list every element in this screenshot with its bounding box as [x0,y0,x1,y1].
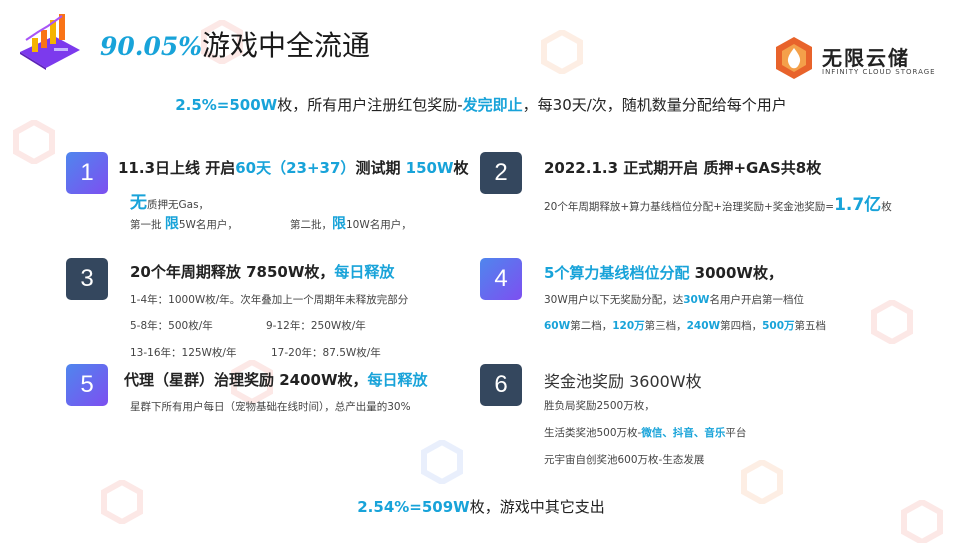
item-5-line-1: 星群下所有用户每日（宠物基础在线时间），总产出量的30% [130,401,411,413]
item-4-line-2: 60W第二档，120万第三档，240W第四档，500万第五档 [544,320,827,332]
item-number-badge: 2 [480,152,522,194]
item-number-badge: 6 [480,364,522,406]
subtitle: 2.5%=500W枚，所有用户注册红包奖励-发完即止，每30天/次，随机数量分配… [175,96,787,114]
item-3-heading: 20个年周期释放 7850W枚，每日释放 [130,263,395,281]
item-3-line-3b: 17-20年：87.5W枚/年 [271,347,381,359]
item-1-line-2: 第一批 限5W名用户， [130,216,238,232]
footer-note: 2.54%=509W枚，游戏中其它支出 [357,498,605,516]
item-3-line-2a: 5-8年：500枚/年 [130,320,213,332]
item-number-badge: 4 [480,258,522,300]
item-5-heading: 代理（星群）治理奖励 2400W枚，每日释放 [124,371,428,389]
item-6-line-3: 元宇宙自创奖池600万枚-生态发展 [544,454,705,466]
item-4-line-1: 30W用户以下无奖励分配，达30W名用户开启第一档位 [544,294,804,306]
item-6-line-2: 生活类奖池500万枚-微信、抖音、音乐平台 [544,427,747,439]
item-1-line-1: 无质押无Gas， [130,193,210,213]
item-3-line-2b: 9-12年：250W枚/年 [266,320,366,332]
item-6-line-1: 胜负局奖励2500万枚， [544,400,655,412]
watermark-icon [420,438,464,486]
item-4-heading: 5个算力基线档位分配 3000W枚， [544,264,783,282]
cloud-storage-logo-icon [774,36,814,80]
watermark-icon [870,298,914,346]
item-number-badge: 3 [66,258,108,300]
item-number-badge: 5 [66,364,108,406]
item-3-line-1: 1-4年：1000W枚/年。次年叠加上一个周期年未释放完部分 [130,294,409,306]
watermark-icon [12,118,56,166]
brand-tagline: INFINITY CLOUD STORAGE [822,68,936,76]
brand-name: 无限云储 [822,46,910,70]
item-2-line-1: 20个年周期释放+算力基线档位分配+治理奖励+奖金池奖励=1.7亿枚 [544,195,892,215]
chart-icon [14,12,84,70]
item-3-line-3a: 13-16年：125W枚/年 [130,347,237,359]
item-number-badge: 1 [66,152,108,194]
page-title: 90.05%游戏中全流通 [100,29,371,62]
item-1-heading: 11.3日上线 开启60天（23+37）测试期 150W枚 [118,159,469,177]
item-6-heading: 奖金池奖励 3600W枚 [544,372,702,391]
brand-logo: 无限云储 INFINITY CLOUD STORAGE [772,36,935,86]
watermark-icon [540,28,584,76]
item-1-line-2b: 第二批，限10W名用户， [290,216,412,232]
item-2-heading: 2022.1.3 正式期开启 质押+GAS共8枚 [544,159,822,177]
